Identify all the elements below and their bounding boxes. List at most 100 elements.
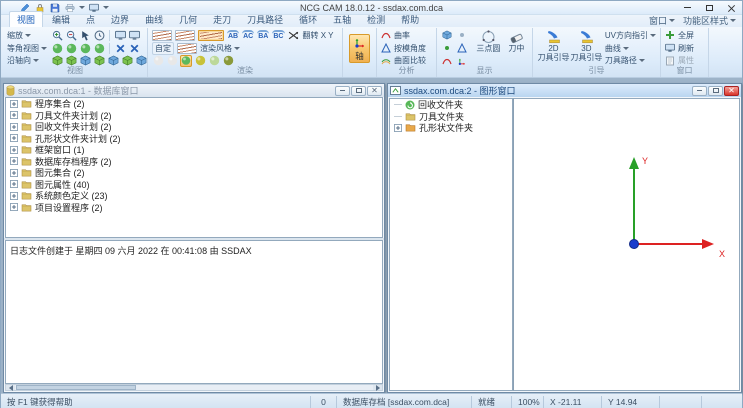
custom-button[interactable]: 自定 bbox=[152, 42, 174, 55]
view-pair-ac-button[interactable]: AC bbox=[242, 30, 254, 41]
status-empty-pane bbox=[702, 396, 742, 408]
swap-views-button[interactable] bbox=[288, 29, 300, 41]
guide-2d-button[interactable]: 2D 刀具引导 bbox=[537, 29, 570, 67]
child-minimize-button[interactable] bbox=[692, 86, 707, 96]
tab-inspect[interactable]: 检测 bbox=[360, 12, 392, 27]
minimize-button[interactable] bbox=[676, 1, 698, 15]
tab-passes[interactable]: 走刀 bbox=[206, 12, 238, 27]
tab-geometry[interactable]: 几何 bbox=[172, 12, 204, 27]
view-window-button[interactable] bbox=[114, 29, 126, 41]
select-view-button[interactable] bbox=[79, 29, 91, 41]
guide-3d-button[interactable]: 3D 刀具引导 bbox=[570, 29, 603, 67]
zoom-dropdown[interactable]: 缩放 bbox=[7, 29, 47, 42]
expand-icon[interactable] bbox=[10, 100, 18, 108]
graphics-window-titlebar[interactable]: ssdax.com.dca:2 - 图形窗口 ✕ bbox=[388, 84, 741, 97]
group-label-guide: 引导 bbox=[533, 65, 660, 76]
qat-overflow-icon[interactable] bbox=[103, 6, 109, 9]
iso-view-2-button[interactable] bbox=[65, 42, 77, 54]
maximize-button[interactable] bbox=[698, 1, 720, 15]
scroll-left-button[interactable] bbox=[6, 385, 15, 390]
zoom-selected-button[interactable] bbox=[128, 42, 140, 54]
qat-dropdown-icon[interactable] bbox=[79, 6, 85, 9]
curve-guide-dropdown[interactable]: 曲线 bbox=[605, 42, 656, 55]
y-axis-arrow bbox=[629, 157, 639, 169]
iso-view-3-button[interactable] bbox=[79, 42, 91, 54]
zoom-extents-button[interactable] bbox=[114, 42, 126, 54]
tab-view[interactable]: 视图 bbox=[9, 11, 43, 27]
fullscreen-button[interactable]: 全屏 bbox=[665, 29, 694, 42]
child-restore-button[interactable] bbox=[351, 86, 366, 96]
window-menu[interactable]: 窗口 bbox=[649, 14, 675, 27]
scroll-thumb[interactable] bbox=[16, 385, 136, 390]
zoom-out-button[interactable] bbox=[65, 29, 77, 41]
expand-icon[interactable] bbox=[10, 134, 18, 142]
display-normals-button[interactable] bbox=[456, 29, 468, 41]
expand-icon[interactable] bbox=[10, 123, 18, 131]
expand-icon[interactable] bbox=[10, 146, 18, 154]
axis-toggle-button[interactable]: 轴 bbox=[349, 34, 370, 63]
three-point-circle-button[interactable]: 三点圆 bbox=[472, 29, 505, 67]
tab-point[interactable]: 点 bbox=[79, 12, 102, 27]
ribbon-style-menu[interactable]: 功能区样式 bbox=[683, 14, 736, 27]
display-edges-button[interactable] bbox=[456, 42, 468, 54]
tree-item[interactable]: 项目设置程序 (2) bbox=[6, 202, 382, 214]
expand-icon[interactable] bbox=[10, 180, 18, 188]
expand-icon[interactable] bbox=[10, 192, 18, 200]
graphics-tree: 回收文件夹 刀具文件夹 孔形状文件夹 bbox=[389, 98, 513, 391]
child-minimize-button[interactable] bbox=[335, 86, 350, 96]
view-window-2-button[interactable] bbox=[128, 29, 140, 41]
tool-center-button[interactable]: 刀中 bbox=[505, 29, 528, 67]
database-window-titlebar[interactable]: ssdax.com.dca:1 - 数据库窗口 ✕ bbox=[4, 84, 384, 97]
tab-toolpath[interactable]: 刀具路径 bbox=[240, 12, 290, 27]
curvature-button[interactable]: 曲率 bbox=[381, 29, 426, 42]
uv-guide-dropdown[interactable]: UV方向指引 bbox=[605, 29, 656, 42]
tab-curve[interactable]: 曲线 bbox=[138, 12, 170, 27]
draft-angle-icon bbox=[381, 43, 391, 53]
graphics-viewport[interactable]: Y X bbox=[513, 98, 740, 391]
refresh-button[interactable]: 刷新 bbox=[665, 42, 694, 55]
background-preset-3[interactable] bbox=[177, 43, 197, 54]
flip-xy-button[interactable]: 翻转 X Y bbox=[303, 30, 334, 41]
expand-icon[interactable] bbox=[394, 124, 402, 132]
arrow-right-icon bbox=[376, 385, 380, 391]
zoom-in-button[interactable] bbox=[51, 29, 63, 41]
iso-view-4-button[interactable] bbox=[93, 42, 105, 54]
view-pair-ba-button[interactable]: BA bbox=[257, 30, 269, 41]
iso-view-dropdown[interactable]: 等角视图 bbox=[7, 42, 47, 55]
expand-icon[interactable] bbox=[10, 169, 18, 177]
child-close-button[interactable]: ✕ bbox=[724, 86, 739, 96]
expand-icon[interactable] bbox=[10, 203, 18, 211]
draft-angle-button[interactable]: 按模角度 bbox=[381, 42, 426, 55]
expand-icon[interactable] bbox=[10, 111, 18, 119]
child-restore-button[interactable] bbox=[708, 86, 723, 96]
tab-boundary[interactable]: 边界 bbox=[104, 12, 136, 27]
tree-item[interactable]: 孔形状文件夹 bbox=[390, 122, 512, 134]
status-y-coordinate: Y 14.94 bbox=[602, 396, 660, 408]
child-close-button[interactable]: ✕ bbox=[367, 86, 382, 96]
render-style-dropdown[interactable]: 渲染风格 bbox=[200, 42, 240, 55]
view-pair-ab-button[interactable]: AB bbox=[227, 30, 239, 41]
background-preset-1[interactable] bbox=[152, 30, 172, 41]
close-button[interactable] bbox=[720, 1, 742, 15]
horizontal-scrollbar[interactable] bbox=[5, 384, 383, 391]
monitor-icon bbox=[129, 30, 140, 41]
expand-icon[interactable] bbox=[10, 157, 18, 165]
database-window: ssdax.com.dca:1 - 数据库窗口 ✕ 程序集合 (2) 刀具文件夹… bbox=[3, 83, 385, 393]
view-pair-bc-button[interactable]: BC bbox=[272, 30, 284, 41]
tab-fiveaxis[interactable]: 五轴 bbox=[326, 12, 358, 27]
background-preset-selected[interactable] bbox=[198, 30, 224, 41]
display-points-button[interactable] bbox=[441, 42, 453, 54]
log-pane[interactable]: 日志文件创建于 星期四 09 六月 2022 在 00:41:08 由 SSDA… bbox=[5, 240, 383, 384]
brush-3d-icon bbox=[578, 30, 595, 44]
background-preset-2[interactable] bbox=[175, 30, 195, 41]
previous-view-button[interactable] bbox=[93, 29, 105, 41]
folder-icon bbox=[21, 134, 32, 143]
scroll-right-button[interactable] bbox=[373, 385, 382, 390]
iso-view-1-button[interactable] bbox=[51, 42, 63, 54]
tab-cycle[interactable]: 循环 bbox=[292, 12, 324, 27]
close-icon: ✕ bbox=[728, 87, 735, 95]
display-shade-button[interactable] bbox=[441, 29, 453, 41]
tab-edit[interactable]: 编辑 bbox=[45, 12, 77, 27]
tab-help[interactable]: 帮助 bbox=[394, 12, 426, 27]
chevron-down-icon bbox=[234, 47, 240, 50]
